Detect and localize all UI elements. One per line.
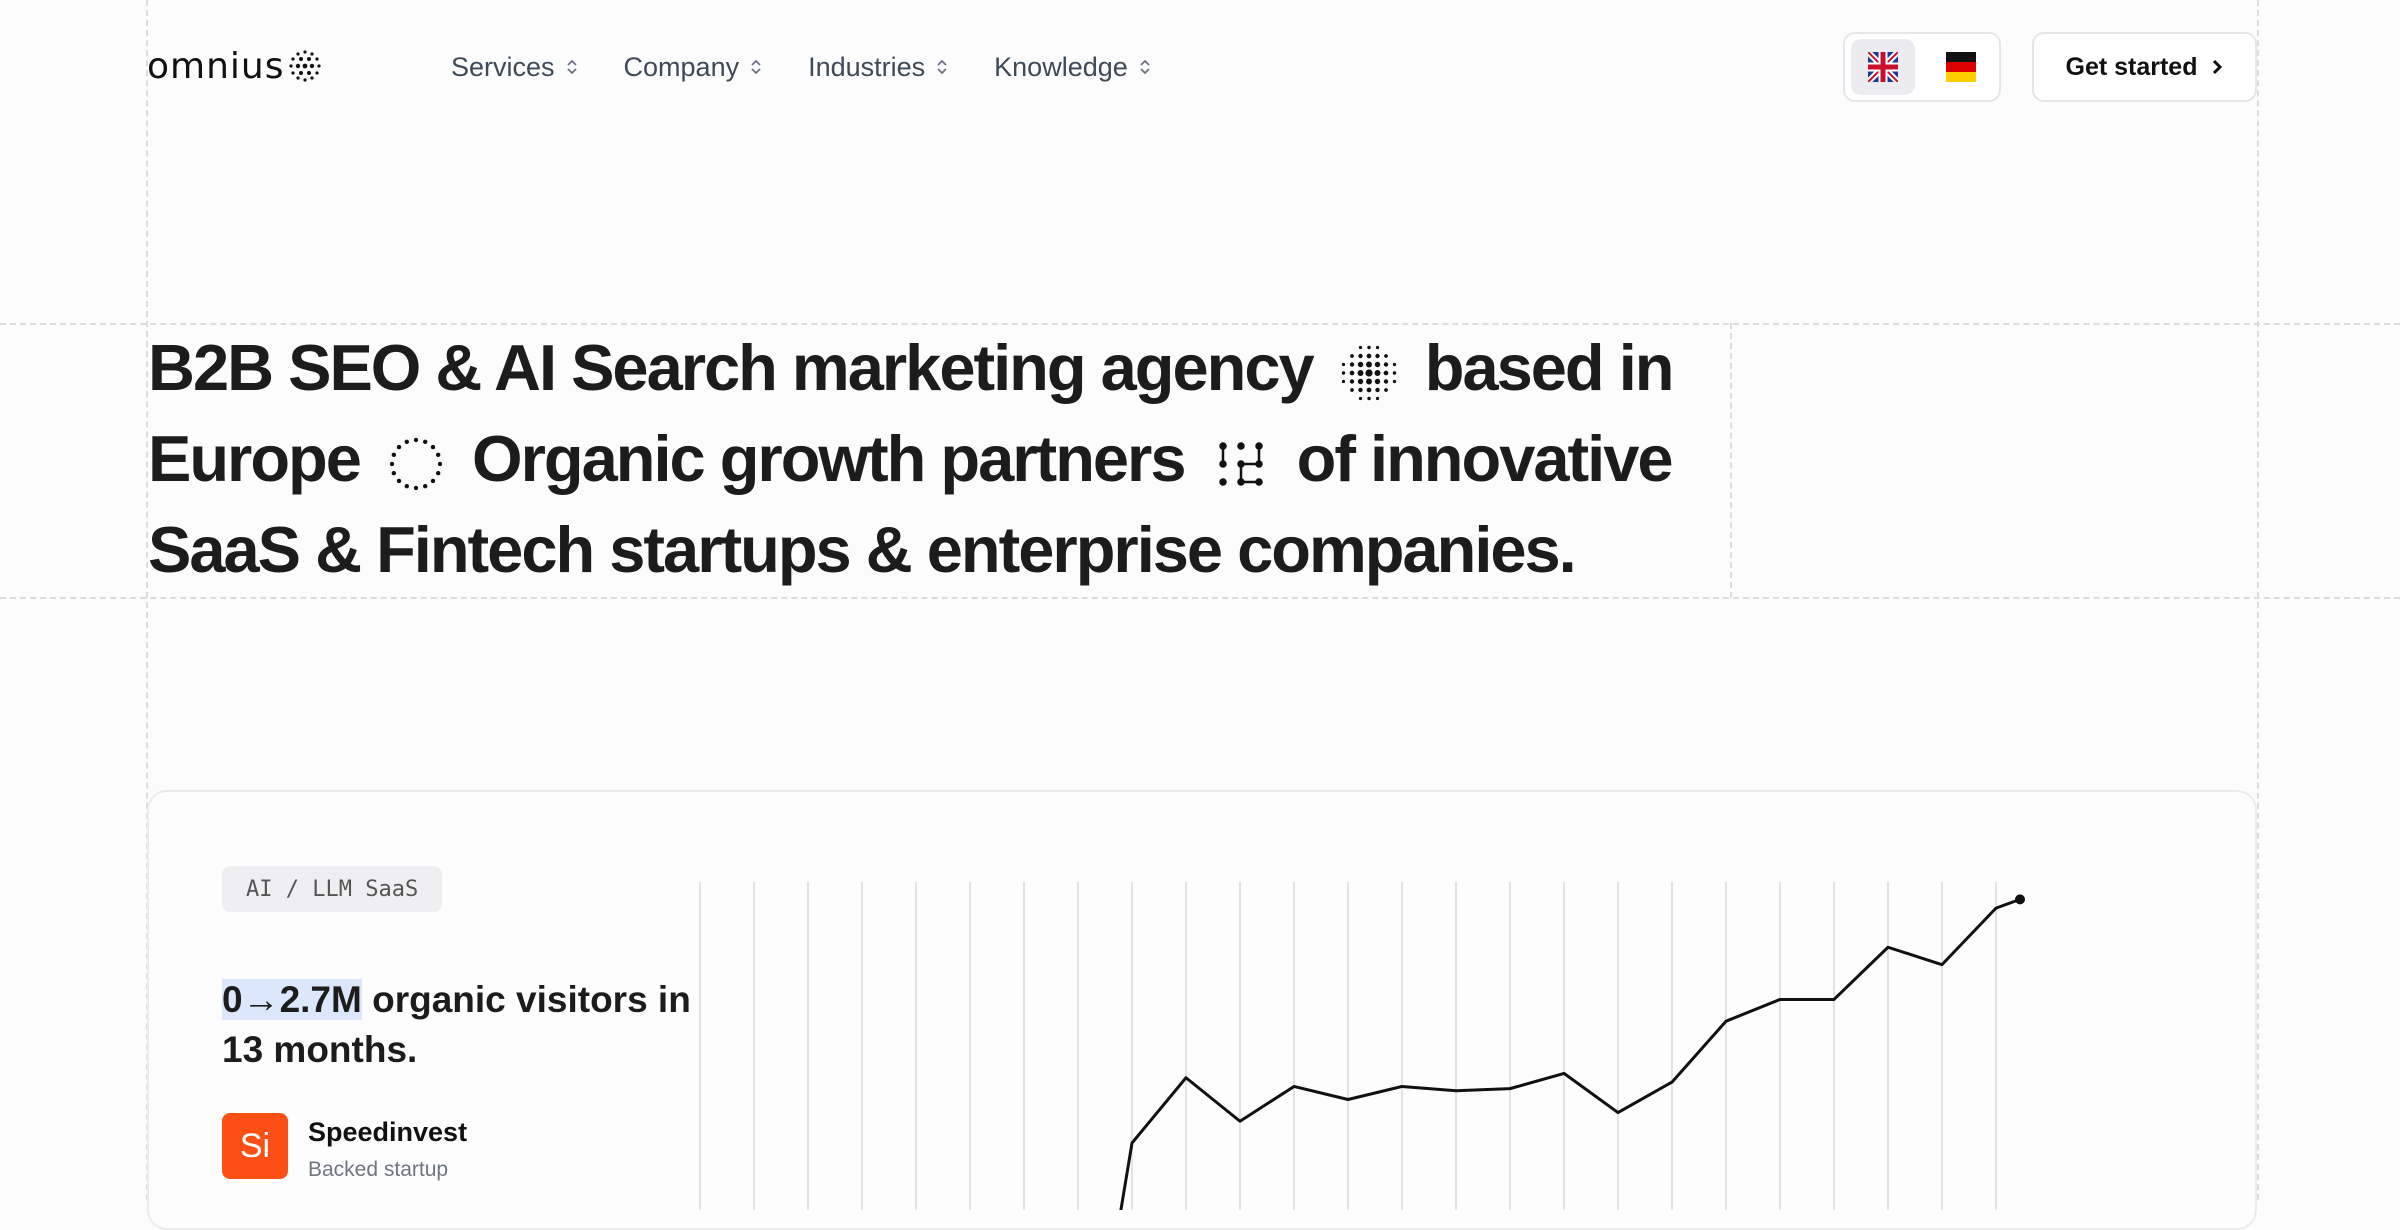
guide-line <box>2257 0 2259 1200</box>
nav-label: Services <box>451 51 555 82</box>
growth-chart <box>699 882 2025 1210</box>
get-started-button[interactable]: Get started <box>2032 32 2257 102</box>
nav-industries[interactable]: Industries <box>808 52 949 83</box>
dotted-sphere-icon <box>1341 345 1396 401</box>
nav-label: Industries <box>808 51 926 82</box>
stat-highlight: 0→2.7M <box>222 979 362 1020</box>
nav-knowledge[interactable]: Knowledge <box>994 52 1152 83</box>
nav-company[interactable]: Company <box>624 52 764 83</box>
dotted-circle-icon <box>389 437 443 491</box>
dotted-sphere-icon <box>289 50 322 82</box>
get-started-label: Get started <box>2065 52 2198 81</box>
logo-text: omnius <box>147 45 285 87</box>
logo[interactable]: omnius <box>147 45 322 87</box>
nav-label: Knowledge <box>994 51 1128 82</box>
hero-heading: B2B SEO & AI Search marketing agency bas… <box>148 322 1708 595</box>
language-english-button[interactable] <box>1851 39 1915 95</box>
nav-label: Company <box>623 51 740 82</box>
case-stat: 0→2.7M organic visitors in 13 months. <box>222 975 692 1075</box>
grid-path-icon <box>1218 442 1263 486</box>
company-info: Si Speedinvest Backed startup <box>222 1113 467 1182</box>
hero-text-1: B2B SEO & AI Search marketing agency <box>148 331 1315 404</box>
chevron-right-icon <box>2213 59 2223 75</box>
chevron-up-down-icon <box>937 59 947 75</box>
chevron-up-down-icon <box>1140 59 1150 75</box>
chevron-up-down-icon <box>566 59 577 75</box>
company-name: Speedinvest <box>308 1117 468 1147</box>
guide-line <box>0 597 2400 599</box>
uk-flag-icon <box>1868 52 1898 82</box>
guide-line <box>1730 323 1732 598</box>
nav-services[interactable]: Services <box>451 52 579 83</box>
chevron-up-down-icon <box>751 59 761 75</box>
language-german-button[interactable] <box>1929 39 1993 95</box>
company-subtitle: Backed startup <box>308 1158 449 1181</box>
language-switcher <box>1843 32 2001 102</box>
hero-text-3: Organic growth partners <box>472 422 1186 495</box>
series-line <box>1119 897 2021 1210</box>
category-tag: AI / LLM SaaS <box>222 866 443 912</box>
main-nav: Services Company Industries Knowledge <box>451 45 1152 89</box>
latest-point <box>2015 894 2025 905</box>
german-flag-icon <box>1946 52 1976 82</box>
company-logo: Si <box>222 1113 288 1179</box>
